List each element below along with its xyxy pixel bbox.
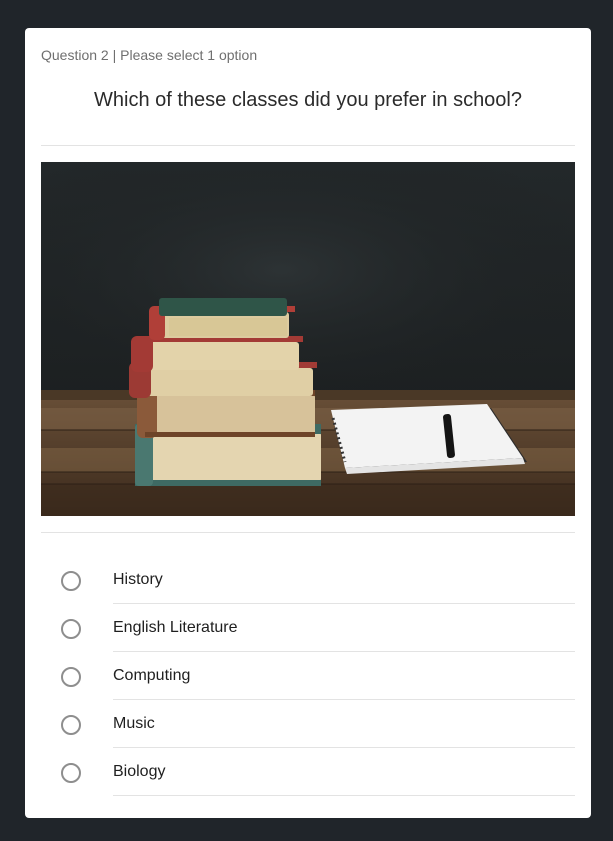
radio-button[interactable] xyxy=(61,571,81,591)
option-label: Computing xyxy=(113,667,191,684)
question-card: Question 2 | Please select 1 option Whic… xyxy=(25,28,591,818)
option-computing[interactable]: Computing xyxy=(25,652,591,700)
divider xyxy=(41,532,575,533)
divider xyxy=(41,145,575,146)
radio-button[interactable] xyxy=(61,667,81,687)
option-label: Biology xyxy=(113,763,166,780)
question-meta: Question 2 | Please select 1 option xyxy=(41,47,258,63)
option-history[interactable]: History xyxy=(25,556,591,604)
option-biology[interactable]: Biology xyxy=(25,748,591,796)
option-label: English Literature xyxy=(113,619,238,636)
option-label: History xyxy=(113,571,163,588)
question-image xyxy=(41,162,575,516)
option-english-literature[interactable]: English Literature xyxy=(25,604,591,652)
question-text: Which of these classes did you prefer in… xyxy=(94,89,522,111)
option-music[interactable]: Music xyxy=(25,700,591,748)
radio-button[interactable] xyxy=(61,619,81,639)
divider xyxy=(113,795,575,796)
answer-options: History English Literature Computing Mus… xyxy=(25,556,591,796)
option-label: Music xyxy=(113,715,155,732)
radio-button[interactable] xyxy=(61,763,81,783)
radio-button[interactable] xyxy=(61,715,81,735)
